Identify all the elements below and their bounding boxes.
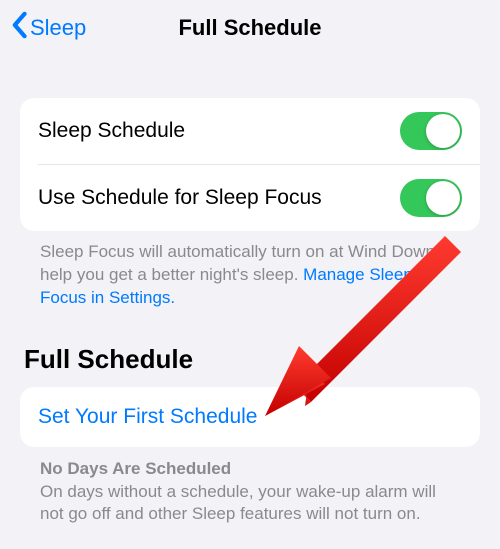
schedule-toggles-card: Sleep Schedule Use Schedule for Sleep Fo…: [20, 98, 480, 231]
nav-bar: Sleep Full Schedule: [0, 0, 500, 56]
set-first-schedule-button[interactable]: Set Your First Schedule: [20, 387, 480, 447]
use-schedule-focus-row: Use Schedule for Sleep Focus: [20, 165, 480, 231]
back-button[interactable]: Sleep: [10, 11, 86, 45]
use-schedule-focus-toggle[interactable]: [400, 179, 462, 217]
use-schedule-focus-label: Use Schedule for Sleep Focus: [38, 186, 322, 210]
sleep-schedule-label: Sleep Schedule: [38, 119, 185, 143]
set-first-schedule-label: Set Your First Schedule: [38, 405, 257, 428]
focus-footer-text: Sleep Focus will automatically turn on a…: [20, 231, 480, 310]
no-days-title: No Days Are Scheduled: [40, 459, 460, 479]
sleep-schedule-row: Sleep Schedule: [20, 98, 480, 164]
no-days-body: On days without a schedule, your wake-up…: [40, 481, 460, 525]
toggle-knob: [426, 114, 460, 148]
full-schedule-header: Full Schedule: [20, 310, 480, 387]
back-label: Sleep: [30, 15, 86, 41]
chevron-left-icon: [10, 11, 28, 45]
toggle-knob: [426, 181, 460, 215]
sleep-schedule-toggle[interactable]: [400, 112, 462, 150]
no-days-footnote: No Days Are Scheduled On days without a …: [20, 447, 480, 525]
